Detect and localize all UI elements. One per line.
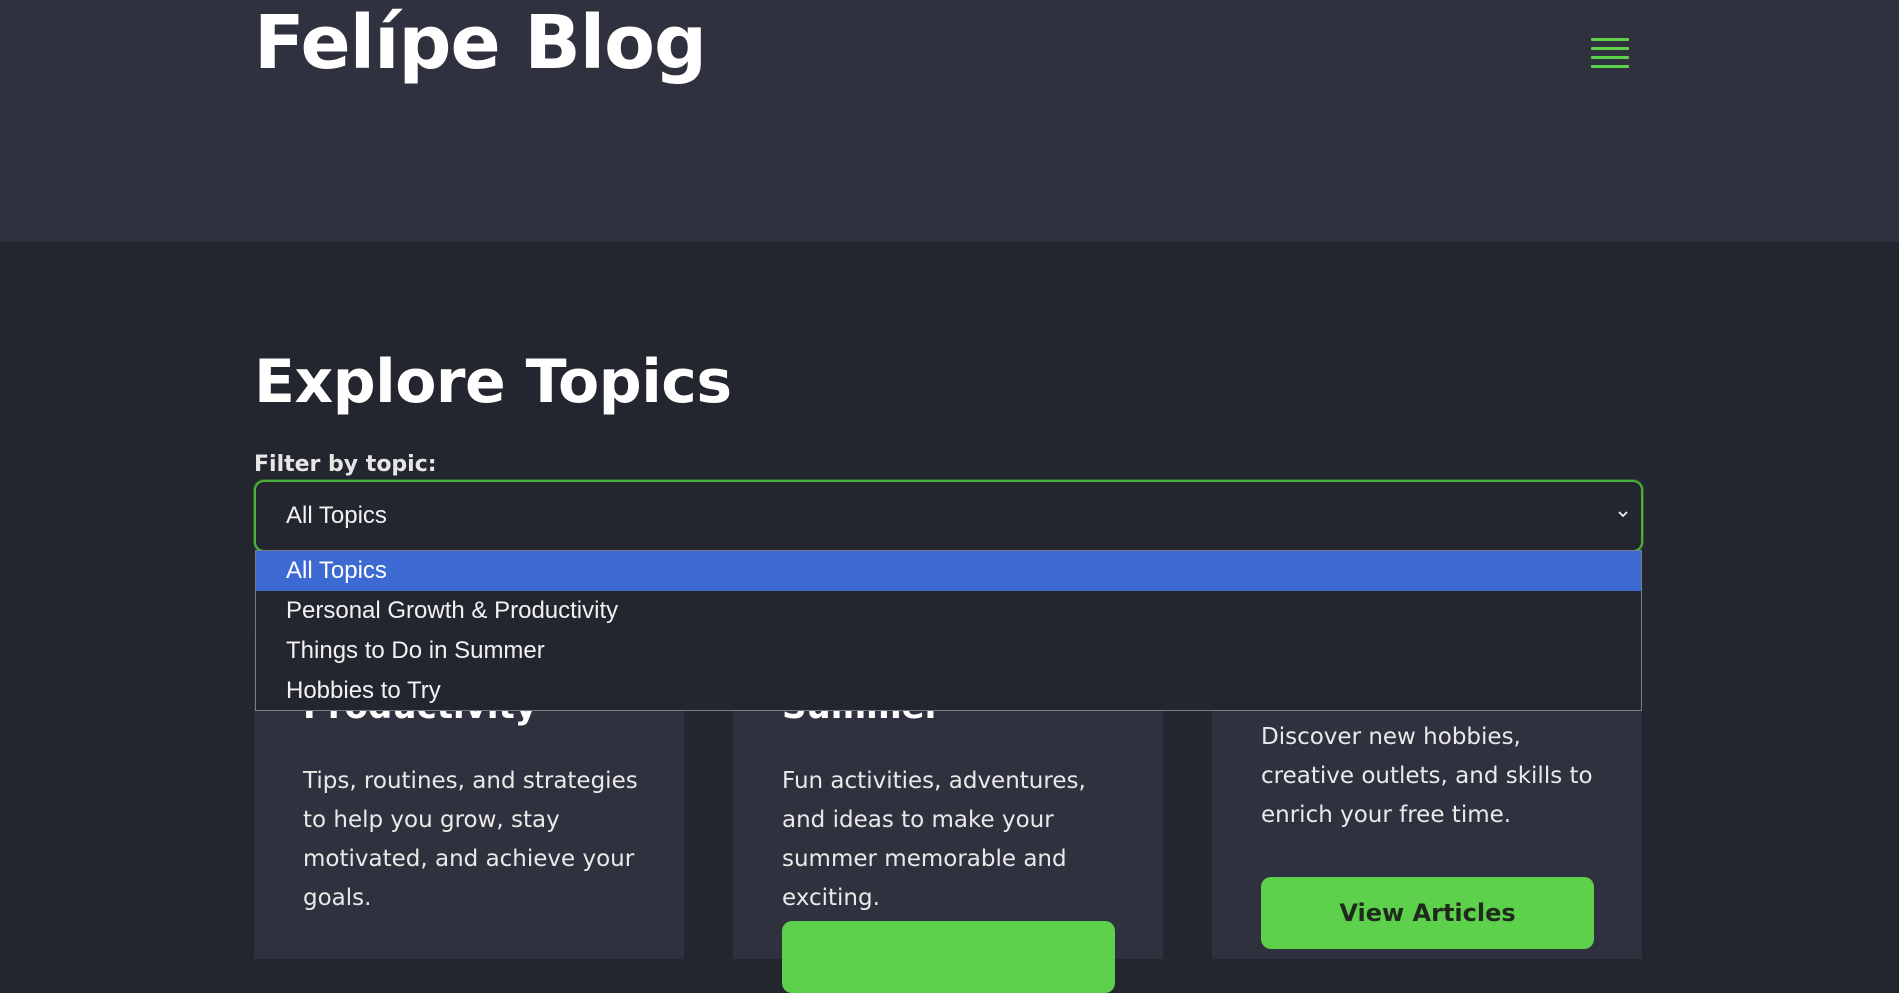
chevron-down-icon <box>1618 511 1628 518</box>
option-hobbies[interactable]: Hobbies to Try <box>256 671 1641 711</box>
card-description: Discover new hobbies, creative outlets, … <box>1261 724 1593 828</box>
site-header: Felípe Blog <box>0 0 1899 242</box>
topic-dropdown-list: All Topics Personal Growth & Productivit… <box>255 550 1642 711</box>
menu-bar <box>1591 47 1629 50</box>
menu-bar <box>1591 38 1629 41</box>
menu-bar <box>1591 65 1629 68</box>
main-content: Explore Topics Filter by topic: All Topi… <box>0 242 1899 993</box>
filter-label: Filter by topic: <box>254 452 437 477</box>
section-title: Explore Topics <box>254 347 732 417</box>
topic-select[interactable]: All Topics <box>254 480 1643 552</box>
option-all-topics[interactable]: All Topics <box>256 551 1641 591</box>
card-description: Fun activities, adventures, and ideas to… <box>782 768 1086 911</box>
option-summer[interactable]: Things to Do in Summer <box>256 631 1641 671</box>
menu-bar <box>1591 56 1629 59</box>
hamburger-menu-icon[interactable] <box>1591 36 1629 74</box>
site-title[interactable]: Felípe Blog <box>254 0 707 86</box>
option-personal-growth[interactable]: Personal Growth & Productivity <box>256 591 1641 631</box>
view-articles-button[interactable]: View Articles <box>1261 877 1594 949</box>
view-articles-button[interactable] <box>782 921 1115 993</box>
card-description: Tips, routines, and strategies to help y… <box>303 768 638 911</box>
select-value: All Topics <box>286 502 387 529</box>
